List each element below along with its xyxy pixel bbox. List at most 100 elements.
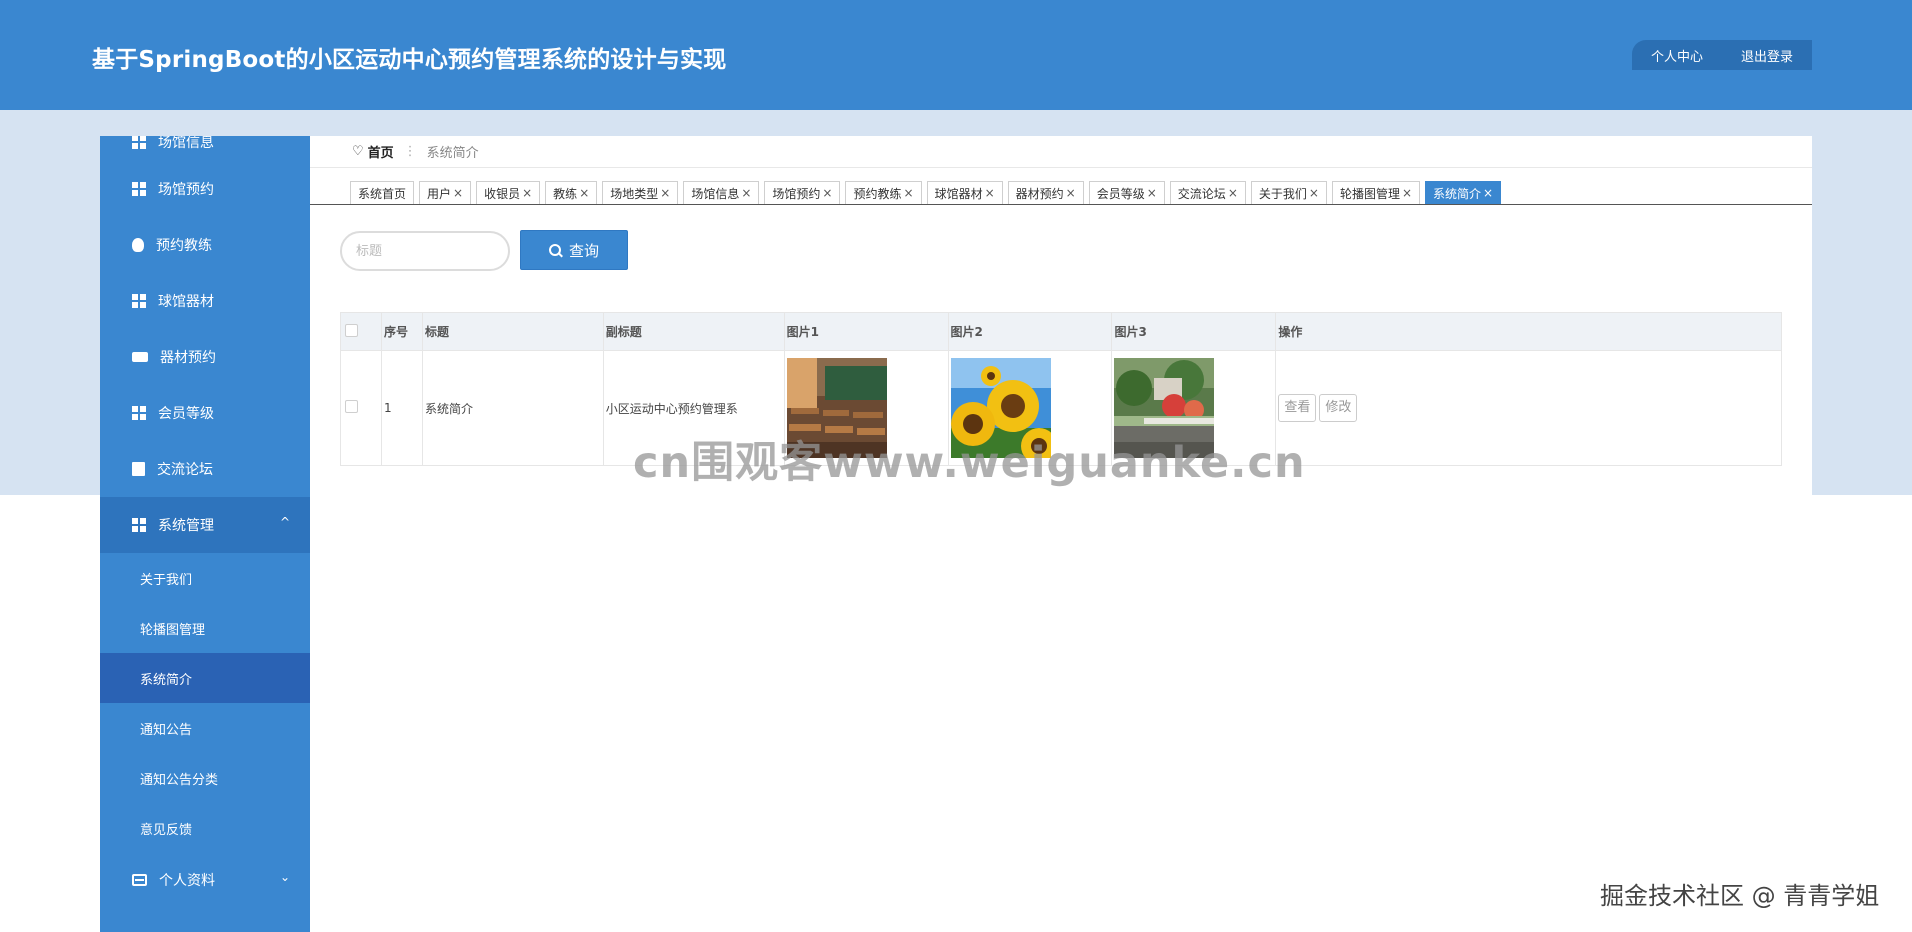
- ticket-icon: [132, 352, 148, 362]
- column-header: 图片3: [1111, 312, 1277, 351]
- edit-button[interactable]: 修改: [1319, 394, 1358, 422]
- grid-icon: [132, 518, 146, 532]
- corner-credit-text: 掘金技术社区 @ 青青学姐: [1600, 882, 1880, 910]
- sidebar-item-equipment-booking[interactable]: 器材预约: [100, 329, 310, 385]
- card-icon: [132, 874, 147, 886]
- tab-13[interactable]: 轮播图管理 ×: [1331, 181, 1421, 205]
- sidebar-item-label: 系统管理: [158, 518, 214, 534]
- tab-3[interactable]: 教练 ×: [545, 181, 598, 205]
- close-icon[interactable]: ×: [985, 186, 995, 200]
- grid-icon: [132, 136, 146, 149]
- sidebar-subitem-carousel[interactable]: 轮播图管理: [100, 603, 310, 653]
- tab-label: 收银员: [484, 186, 521, 201]
- breadcrumb-home[interactable]: 首页: [368, 142, 394, 161]
- column-header: 副标题: [602, 312, 785, 351]
- chevron-up-icon: ^: [279, 515, 290, 529]
- breadcrumb-current: 系统简介: [426, 146, 479, 161]
- close-icon[interactable]: ×: [1147, 186, 1157, 200]
- search-input[interactable]: [340, 231, 510, 271]
- sidebar-item-label: 预约教练: [156, 238, 212, 254]
- sidebar-subitem-notice-category[interactable]: 通知公告分类: [100, 753, 310, 803]
- tab-label: 交流论坛: [1177, 186, 1226, 201]
- search-button-label: 查询: [568, 241, 599, 260]
- tab-6[interactable]: 场馆预约 ×: [764, 181, 841, 205]
- tab-divider: [310, 204, 1812, 205]
- sidebar-item-system-management[interactable]: 系统管理 ^: [100, 497, 310, 553]
- sidebar-item-coach-booking[interactable]: 预约教练: [100, 217, 310, 273]
- grid-icon: [132, 182, 146, 196]
- chevron-down-icon: ⌄: [279, 870, 290, 884]
- search-button[interactable]: 查询: [520, 230, 628, 270]
- tab-0[interactable]: 系统首页: [350, 181, 415, 205]
- sidebar-subitem-system-intro[interactable]: 系统简介: [100, 653, 310, 703]
- close-icon[interactable]: ×: [522, 186, 532, 200]
- close-icon[interactable]: ×: [822, 186, 832, 200]
- tab-1[interactable]: 用户 ×: [419, 181, 472, 205]
- sidebar-item-label: 会员等级: [158, 406, 214, 422]
- sidebar-item-personal-info[interactable]: 个人资料 ⌄: [100, 852, 310, 908]
- sidebar-subitem-about[interactable]: 关于我们: [100, 553, 310, 603]
- tab-bar: 系统首页 用户 × 收银员 × 教练 × 场地类型 × 场馆信息 × 场馆预约 × 预约教练 × 球馆器材 × 器…: [350, 181, 1502, 205]
- tab-label: 教练: [553, 186, 578, 201]
- app-title: 基于SpringBoot的小区运动中心预约管理系统的设计与实现: [92, 47, 727, 73]
- column-header: 图片1: [783, 312, 949, 351]
- sidebar-item-forum[interactable]: 交流论坛: [100, 441, 310, 497]
- tab-label: 球馆器材: [934, 186, 983, 201]
- sidebar-item-equipment[interactable]: 球馆器材: [100, 273, 310, 329]
- column-header: 图片2: [947, 312, 1113, 351]
- tab-7[interactable]: 预约教练 ×: [845, 181, 922, 205]
- select-all-checkbox[interactable]: [345, 323, 358, 337]
- sidebar-item-member-level[interactable]: 会员等级: [100, 385, 310, 441]
- tab-12[interactable]: 关于我们 ×: [1250, 181, 1327, 205]
- tab-4[interactable]: 场地类型 ×: [602, 181, 679, 205]
- bulb-icon: [132, 238, 144, 252]
- close-icon[interactable]: ×: [660, 186, 670, 200]
- tab-label: 轮播图管理: [1339, 186, 1400, 201]
- column-header: 操作: [1275, 312, 1782, 351]
- close-icon[interactable]: ×: [1066, 186, 1076, 200]
- close-icon[interactable]: ×: [453, 186, 463, 200]
- actions-cell: 查看 修改: [1275, 350, 1782, 466]
- close-icon[interactable]: ×: [904, 186, 914, 200]
- heart-icon: ♡: [352, 144, 364, 159]
- tab-label: 用户: [427, 186, 452, 201]
- tab-label: 场地类型: [610, 186, 659, 201]
- tab-10[interactable]: 会员等级 ×: [1088, 181, 1165, 205]
- row-checkbox[interactable]: [345, 400, 358, 413]
- sidebar-item-label: 个人资料: [159, 873, 215, 889]
- close-icon[interactable]: ×: [1483, 186, 1493, 200]
- breadcrumb: ♡ 首页 ⋮ 系统简介: [310, 136, 1812, 168]
- logout-link[interactable]: 退出登录: [1741, 46, 1793, 65]
- sidebar-subitem-notice[interactable]: 通知公告: [100, 703, 310, 753]
- close-icon[interactable]: ×: [579, 186, 589, 200]
- view-button[interactable]: 查看: [1278, 394, 1317, 422]
- personal-center-link[interactable]: 个人中心: [1651, 46, 1703, 65]
- select-all-cell: [340, 312, 382, 351]
- tab-label: 预约教练: [853, 186, 902, 201]
- close-icon[interactable]: ×: [741, 186, 751, 200]
- tab-9[interactable]: 器材预约 ×: [1007, 181, 1084, 205]
- sidebar: 场馆信息 场馆预约 预约教练 球馆器材 器材预约 会员等级 交流论坛 系统管理 …: [100, 136, 310, 932]
- sidebar-item-venue-booking[interactable]: 场馆预约: [100, 161, 310, 217]
- tab-11[interactable]: 交流论坛 ×: [1169, 181, 1246, 205]
- sidebar-subitem-feedback[interactable]: 意见反馈: [100, 803, 310, 853]
- column-header: 标题: [421, 312, 604, 351]
- tab-5[interactable]: 场馆信息 ×: [683, 181, 760, 205]
- close-icon[interactable]: ×: [1228, 186, 1238, 200]
- close-icon[interactable]: ×: [1309, 186, 1319, 200]
- row-index: 1: [380, 350, 423, 466]
- tab-14[interactable]: 系统简介 ×: [1425, 181, 1502, 205]
- book-icon: [132, 462, 145, 476]
- close-icon[interactable]: ×: [1402, 186, 1412, 200]
- tab-label: 场馆预约: [772, 186, 821, 201]
- sidebar-item-label: 球馆器材: [158, 294, 214, 310]
- grid-icon: [132, 294, 146, 308]
- search-icon: [548, 244, 561, 256]
- header-actions: 个人中心 退出登录: [1632, 40, 1812, 70]
- column-header: 序号: [380, 312, 423, 351]
- table-header-row: 序号 标题 副标题 图片1 图片2 图片3 操作: [340, 312, 1782, 351]
- sidebar-item-label: 交流论坛: [157, 462, 213, 478]
- row-select-cell: [340, 350, 382, 466]
- tab-2[interactable]: 收银员 ×: [476, 181, 541, 205]
- tab-8[interactable]: 球馆器材 ×: [926, 181, 1003, 205]
